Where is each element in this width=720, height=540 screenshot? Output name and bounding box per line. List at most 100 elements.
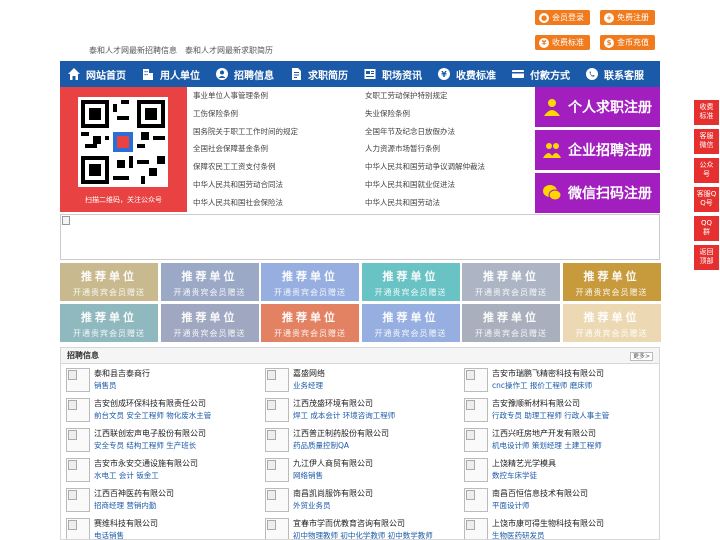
recommend-unit-card[interactable]: 推荐单位 开通贵宾会员赠送 bbox=[361, 304, 460, 342]
job-positions-link[interactable]: 网络销售 bbox=[293, 470, 323, 481]
more-link[interactable]: 更多> bbox=[629, 352, 653, 361]
job-positions-link[interactable]: 平面设计师 bbox=[492, 500, 530, 511]
policy-link[interactable]: 工伤保险条例 bbox=[193, 105, 365, 123]
company-name-link[interactable]: 上饶精艺光学模具 bbox=[492, 458, 556, 469]
member-login-button[interactable]: ● 会员登录 bbox=[535, 10, 590, 25]
side-float-button[interactable]: 客服 微信 bbox=[694, 129, 719, 154]
job-positions-link[interactable]: 生物医药研发员 bbox=[492, 530, 545, 539]
ad-banner[interactable] bbox=[60, 214, 660, 260]
company-name-link[interactable]: 南昌凯尚服饰有限公司 bbox=[293, 488, 373, 499]
job-positions-link[interactable]: 前台文员 安全工程师 物化废水主管 bbox=[94, 410, 211, 421]
company-name-link[interactable]: 上饶市康可得生物科技有限公司 bbox=[492, 518, 604, 529]
nav-employers[interactable]: 用人单位 bbox=[134, 61, 208, 87]
policy-link[interactable]: 人力资源市场暂行条例 bbox=[365, 140, 537, 158]
side-float-button[interactable]: 公众号 bbox=[694, 158, 719, 183]
company-logo[interactable] bbox=[464, 428, 488, 452]
policy-link[interactable]: 失业保险条例 bbox=[365, 105, 537, 123]
nav-news[interactable]: 职场资讯 bbox=[356, 61, 430, 87]
nav-fee[interactable]: ¥ 收费标准 bbox=[430, 61, 504, 87]
job-positions-link[interactable]: 行政专员 助理工程师 行政人事主管 bbox=[492, 410, 609, 421]
free-register-button[interactable]: + 免费注册 bbox=[600, 10, 655, 25]
company-name-link[interactable]: 江西联创宏声电子股份有限公司 bbox=[94, 428, 206, 439]
company-name-link[interactable]: 吉安豫顺新材料有限公司 bbox=[492, 398, 580, 409]
job-positions-link[interactable]: 药品质量控制QA bbox=[293, 440, 349, 451]
company-name-link[interactable]: 江西百神医药有限公司 bbox=[94, 488, 174, 499]
policy-link[interactable]: 中华人民共和国劳动争议调解仲裁法 bbox=[365, 158, 537, 176]
company-logo[interactable] bbox=[464, 458, 488, 482]
job-positions-link[interactable]: 销售员 bbox=[94, 380, 117, 391]
nav-service[interactable]: 联系客服 bbox=[578, 61, 652, 87]
job-positions-link[interactable]: 业务经理 bbox=[293, 380, 323, 391]
policy-link[interactable]: 中华人民共和国劳动法 bbox=[365, 194, 537, 212]
job-positions-link[interactable]: 外贸业务员 bbox=[293, 500, 331, 511]
company-logo[interactable] bbox=[265, 518, 289, 539]
company-name-link[interactable]: 宜春市学而优教育咨询有限公司 bbox=[293, 518, 405, 529]
recommend-unit-card[interactable]: 推荐单位 开通贵宾会员赠送 bbox=[60, 304, 158, 342]
policy-link[interactable]: 全国社会保障基金条例 bbox=[193, 140, 365, 158]
job-positions-link[interactable]: 电话销售 bbox=[94, 530, 124, 539]
policy-link[interactable]: 保障农民工工资支付条例 bbox=[193, 158, 365, 176]
company-name-link[interactable]: 嘉盛网络 bbox=[293, 368, 325, 379]
company-logo[interactable] bbox=[265, 428, 289, 452]
company-logo[interactable] bbox=[265, 368, 289, 392]
side-float-button[interactable]: 客服Q Q号 bbox=[694, 187, 719, 212]
latest-resumes-link[interactable]: 泰和人才网最新求职简历 bbox=[185, 45, 273, 56]
recommend-unit-card[interactable]: 推荐单位 开通贵宾会员赠送 bbox=[562, 304, 661, 342]
company-logo[interactable] bbox=[464, 518, 488, 539]
job-positions-link[interactable]: 焊工 成本会计 环境咨询工程师 bbox=[293, 410, 395, 421]
side-float-button[interactable]: 返回 顶部 bbox=[694, 245, 719, 270]
company-register-button[interactable]: 企业招聘注册 bbox=[535, 130, 660, 170]
company-name-link[interactable]: 泰和县吉泰商行 bbox=[94, 368, 150, 379]
company-name-link[interactable]: 江西兴旺房地产开发有限公司 bbox=[492, 428, 596, 439]
nav-recruit[interactable]: 招聘信息 bbox=[208, 61, 282, 87]
policy-link[interactable]: 女职工劳动保护特别规定 bbox=[365, 87, 537, 105]
policy-link[interactable]: 中华人民共和国劳动合同法 bbox=[193, 176, 365, 194]
side-float-button[interactable]: 收费 标准 bbox=[694, 100, 719, 125]
policy-link[interactable]: 中华人民共和国就业促进法 bbox=[365, 176, 537, 194]
company-logo[interactable] bbox=[265, 458, 289, 482]
company-logo[interactable] bbox=[464, 368, 488, 392]
wechat-register-button[interactable]: 微信扫码注册 bbox=[535, 173, 660, 213]
company-logo[interactable] bbox=[66, 458, 90, 482]
company-logo[interactable] bbox=[66, 368, 90, 392]
recommend-unit-card[interactable]: 推荐单位 开通贵宾会员赠送 bbox=[160, 263, 259, 301]
company-logo[interactable] bbox=[66, 398, 90, 422]
company-name-link[interactable]: 吉安市永安交通设施有限公司 bbox=[94, 458, 198, 469]
recommend-unit-card[interactable]: 推荐单位 开通贵宾会员赠送 bbox=[562, 263, 661, 301]
policy-link[interactable]: 国务院关于职工工作时间的规定 bbox=[193, 123, 365, 141]
company-logo[interactable] bbox=[66, 518, 90, 539]
latest-jobs-link[interactable]: 泰和人才网最新招聘信息 bbox=[89, 45, 177, 56]
recommend-unit-card[interactable]: 推荐单位 开通贵宾会员赠送 bbox=[361, 263, 460, 301]
nav-home[interactable]: 网站首页 bbox=[60, 61, 134, 87]
company-logo[interactable] bbox=[265, 398, 289, 422]
job-positions-link[interactable]: 初中物理教师 初中化学教师 初中数学教师 bbox=[293, 530, 433, 539]
policy-link[interactable]: 中华人民共和国社会保险法 bbox=[193, 194, 365, 212]
job-positions-link[interactable]: 招商经理 营销内勤 bbox=[94, 500, 156, 511]
recommend-unit-card[interactable]: 推荐单位 开通贵宾会员赠送 bbox=[261, 304, 359, 342]
company-logo[interactable] bbox=[66, 488, 90, 512]
job-positions-link[interactable]: 数控车床学徒 bbox=[492, 470, 537, 481]
nav-payment[interactable]: 付款方式 bbox=[504, 61, 578, 87]
company-logo[interactable] bbox=[464, 488, 488, 512]
nav-resume[interactable]: 求职简历 bbox=[282, 61, 356, 87]
company-logo[interactable] bbox=[464, 398, 488, 422]
recommend-unit-card[interactable]: 推荐单位 开通贵宾会员赠送 bbox=[261, 263, 359, 301]
company-name-link[interactable]: 江西茂盛环境有限公司 bbox=[293, 398, 373, 409]
recommend-unit-card[interactable]: 推荐单位 开通贵宾会员赠送 bbox=[160, 304, 259, 342]
policy-link[interactable]: 事业单位人事管理条例 bbox=[193, 87, 365, 105]
job-positions-link[interactable]: cnc操作工 报价工程师 磨床师 bbox=[492, 380, 592, 391]
fee-standard-button[interactable]: ¥ 收费标准 bbox=[535, 35, 590, 50]
company-logo[interactable] bbox=[66, 428, 90, 452]
company-name-link[interactable]: 九江伊人商贸有限公司 bbox=[293, 458, 373, 469]
company-logo[interactable] bbox=[265, 488, 289, 512]
company-name-link[interactable]: 吉安市瑞鹏飞精密科技有限公司 bbox=[492, 368, 604, 379]
job-positions-link[interactable]: 水电工 会计 钣金工 bbox=[94, 470, 159, 481]
personal-register-button[interactable]: 个人求职注册 bbox=[535, 87, 660, 127]
side-float-button[interactable]: QQ 群 bbox=[694, 216, 719, 241]
recommend-unit-card[interactable]: 推荐单位 开通贵宾会员赠送 bbox=[60, 263, 158, 301]
recommend-unit-card[interactable]: 推荐单位 开通贵宾会员赠送 bbox=[462, 304, 560, 342]
job-positions-link[interactable]: 安全专员 结构工程师 生产班长 bbox=[94, 440, 196, 451]
recommend-unit-card[interactable]: 推荐单位 开通贵宾会员赠送 bbox=[462, 263, 560, 301]
job-positions-link[interactable]: 机电设计师 策划经理 土建工程师 bbox=[492, 440, 602, 451]
gold-recharge-button[interactable]: $ 金币充值 bbox=[600, 35, 655, 50]
